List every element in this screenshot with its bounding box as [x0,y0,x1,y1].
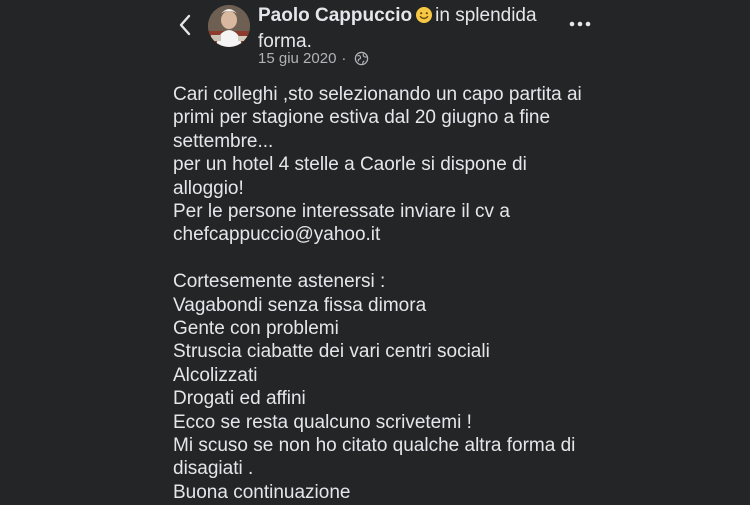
post-line: primi per stagione estiva dal 20 giugno … [173,107,551,129]
post-line: Struscia ciabatte dei vari centri social… [173,341,490,363]
post-line: Mi scuso se non ho citato qualche altra … [173,435,576,457]
post-line: Per le persone interessate inviare il cv… [173,201,510,223]
post-header: Paolo Cappuccio in splendida forma. [258,4,558,53]
post-line: disagiati . [173,458,254,480]
globe-icon [354,51,369,66]
feeling-text-cont: forma. [258,31,312,52]
profile-photo [208,5,250,47]
post-line: alloggio! [173,177,244,199]
post-line: Buona continuazione [173,481,351,503]
post-meta: 15 giu 2020 · [258,50,369,67]
avatar[interactable] [208,5,250,47]
more-horizontal-icon [569,21,591,27]
post-line: Cortesemente astenersi : [173,271,386,293]
meta-separator: · [341,50,347,67]
more-options-button[interactable] [566,14,594,34]
post-line: settembre... [173,130,274,152]
post-date[interactable]: 15 giu 2020 [258,50,336,67]
chevron-left-icon [179,14,191,36]
post-body: Cari colleghi ,sto selezionando un capo … [173,83,633,504]
smiling-face-emoji [415,6,433,30]
post-line: Ecco se resta qualcuno scrivetemi ! [173,411,472,433]
post-line: Alcolizzati [173,364,258,386]
feeling-text: in splendida [435,5,537,26]
post-line: Drogati ed affini [173,388,306,410]
post-email: chefcappuccio@yahoo.it [173,224,381,246]
post-line: per un hotel 4 stelle a Caorle si dispon… [173,154,527,176]
author-name[interactable]: Paolo Cappuccio [258,5,412,26]
back-button[interactable] [172,10,198,40]
post-line: Gente con problemi [173,318,339,340]
post-line: Vagabondi senza fissa dimora [173,294,427,316]
post-line: Cari colleghi ,sto selezionando un capo … [173,84,582,105]
